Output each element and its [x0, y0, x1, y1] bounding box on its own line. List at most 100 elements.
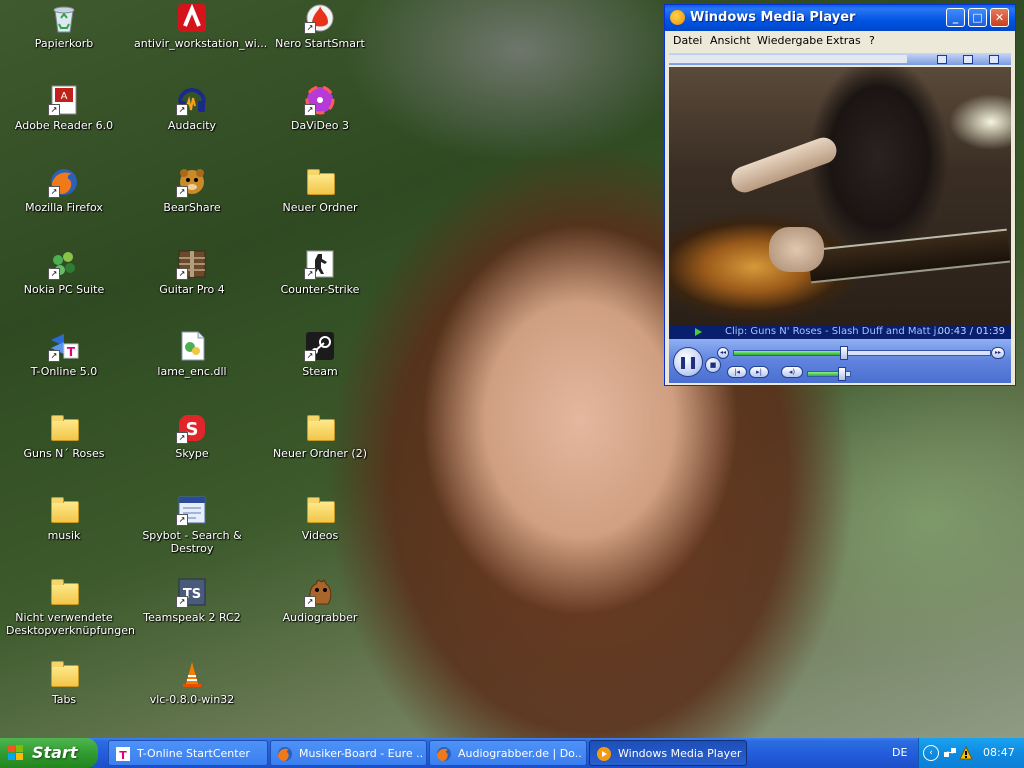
task-label: Musiker-Board - Eure ...	[299, 747, 422, 760]
task-t-online-startcenter[interactable]: T T-Online StartCenter	[108, 740, 268, 766]
playback-controls: ◂◂ ▸▸ ❚❚ ■ |◂ ▸| ◂)	[669, 339, 1011, 383]
bearshare-icon: ↗	[176, 166, 208, 198]
desktop-icon-neuer-ordner[interactable]: Neuer Ordner	[260, 166, 380, 214]
desktop-icon-tabs-folder[interactable]: Tabs	[4, 658, 124, 706]
wmp-logo-icon	[596, 746, 612, 762]
t-online-icon: T	[115, 746, 131, 762]
folder-icon	[304, 494, 336, 526]
seek-back-icon[interactable]: ◂◂	[717, 347, 729, 359]
desktop-icon-davideo[interactable]: ↗ DaViDeo 3	[260, 84, 380, 132]
fullscreen-icon[interactable]	[989, 55, 999, 64]
taskbar: Start T T-Online StartCenter Musiker-Boa…	[0, 738, 1024, 768]
language-indicator[interactable]: DE	[892, 746, 907, 759]
desktop-icon-nokia-pc-suite[interactable]: ↗ Nokia PC Suite	[4, 248, 124, 296]
desktop-icon-label: Nicht verwendete Desktopverknüpfungen	[6, 611, 135, 637]
desktop-icon-label: vlc-0.8.0-win32	[149, 693, 235, 706]
video-frame-guitar-neck	[807, 228, 1011, 284]
desktop-icon-label: Skype	[175, 447, 209, 460]
stop-button[interactable]: ■	[705, 357, 721, 373]
desktop-icon-skype[interactable]: S ↗ Skype	[132, 412, 252, 460]
desktop-icon-label: Audacity	[167, 119, 217, 132]
menu-wiedergabe[interactable]: Wiedergabe	[757, 34, 823, 47]
seek-fill	[734, 351, 843, 355]
shortcut-arrow-icon: ↗	[304, 22, 316, 34]
desktop-icon-audacity[interactable]: ↗ Audacity	[132, 84, 252, 132]
desktop-icon-label: Nokia PC Suite	[23, 283, 105, 296]
windows-logo-icon	[8, 745, 24, 761]
shortcut-arrow-icon: ↗	[304, 268, 316, 280]
desktop-icon-teamspeak[interactable]: TS ↗ Teamspeak 2 RC2	[132, 576, 252, 624]
desktop-icon-steam[interactable]: ↗ Steam	[260, 330, 380, 378]
desktop-icon-guitar-pro[interactable]: ↗ Guitar Pro 4	[132, 248, 252, 296]
desktop-icon-counter-strike[interactable]: ↗ Counter-Strike	[260, 248, 380, 296]
desktop-icon-bearshare[interactable]: ↗ BearShare	[132, 166, 252, 214]
desktop-icon-musik-folder[interactable]: musik	[4, 494, 124, 542]
desktop-icon-neuer-ordner-2[interactable]: Neuer Ordner (2)	[260, 412, 380, 460]
volume-thumb[interactable]	[838, 367, 846, 381]
desktop-icon-label: lame_enc.dll	[157, 365, 227, 378]
pause-button[interactable]: ❚❚	[673, 347, 703, 377]
desktop-icon-firefox[interactable]: ↗ Mozilla Firefox	[4, 166, 124, 214]
close-button[interactable]: ✕	[990, 8, 1009, 27]
counter-strike-icon: ↗	[304, 248, 336, 280]
maximize-button[interactable]: □	[968, 8, 987, 27]
start-label: Start	[32, 743, 78, 762]
menu-help[interactable]: ?	[869, 34, 875, 47]
desktop-icon-label: DaViDeo 3	[290, 119, 349, 132]
desktop-icon-adobe-reader[interactable]: A ↗ Adobe Reader 6.0	[4, 84, 124, 132]
menu-datei[interactable]: Datei	[673, 34, 702, 47]
top-strip	[669, 53, 1011, 65]
mute-button[interactable]: ◂)	[781, 366, 803, 378]
previous-button[interactable]: |◂	[727, 366, 747, 378]
desktop-icon-lame-enc[interactable]: lame_enc.dll	[132, 330, 252, 378]
desktop-icon-nero[interactable]: ↗ Nero StartSmart	[260, 2, 380, 50]
task-musiker-board[interactable]: Musiker-Board - Eure ...	[270, 740, 427, 766]
desktop-icon-antivir[interactable]: antivir_workstation_wi...	[132, 2, 267, 50]
shortcut-arrow-icon: ↗	[176, 514, 188, 526]
desktop-icon-audiograbber[interactable]: ↗ Audiograbber	[260, 576, 380, 624]
desktop-icon-label: Steam	[302, 365, 338, 378]
seek-thumb[interactable]	[840, 346, 848, 360]
nero-icon: ↗	[304, 2, 336, 34]
network-icon[interactable]	[943, 746, 957, 763]
minimize-button[interactable]: _	[946, 8, 965, 27]
shortcut-arrow-icon: ↗	[48, 186, 60, 198]
desktop-icon-unused-shortcuts-folder[interactable]: Nicht verwendete Desktopverknüpfungen	[4, 576, 135, 637]
show-hidden-icons-button[interactable]: ‹	[923, 745, 939, 761]
desktop-icon-label: musik	[47, 529, 81, 542]
desktop-icon-papierkorb[interactable]: Papierkorb	[4, 2, 124, 50]
task-windows-media-player[interactable]: Windows Media Player	[589, 740, 747, 766]
desktop-icon-spybot[interactable]: ↗ Spybot - Search & Destroy	[132, 494, 252, 555]
menu-ansicht[interactable]: Ansicht	[710, 34, 751, 47]
start-button[interactable]: Start	[0, 738, 98, 768]
wmp-window: Windows Media Player _ □ ✕ Datei Ansicht…	[664, 4, 1016, 386]
desktop-icon-t-online[interactable]: T ↗ T-Online 5.0	[4, 330, 124, 378]
desktop-icon-label: Mozilla Firefox	[25, 201, 103, 214]
spybot-icon: ↗	[176, 494, 208, 526]
wmp-title-bar[interactable]: Windows Media Player _ □ ✕	[665, 5, 1015, 31]
shortcut-arrow-icon: ↗	[304, 596, 316, 608]
skin-mode-icon[interactable]	[937, 55, 947, 64]
desktop-icon-label: Counter-Strike	[280, 283, 360, 296]
desktop-icon-guns-n-roses-folder[interactable]: Guns N´ Roses	[4, 412, 124, 460]
shortcut-arrow-icon: ↗	[48, 268, 60, 280]
desktop-icon-label: Audiograbber	[282, 611, 358, 624]
task-audiograbber-de[interactable]: Audiograbber.de | Do...	[429, 740, 587, 766]
clock[interactable]: 08:47	[983, 746, 1015, 759]
antivir-icon	[176, 2, 208, 34]
next-button[interactable]: ▸|	[749, 366, 769, 378]
menu-extras[interactable]: Extras	[826, 34, 861, 47]
desktop-icon-vlc[interactable]: vlc-0.8.0-win32	[132, 658, 252, 706]
video-area[interactable]	[669, 67, 1011, 325]
seek-forward-icon[interactable]: ▸▸	[991, 347, 1005, 359]
desktop-icon-videos-folder[interactable]: Videos	[260, 494, 380, 542]
teamspeak-icon: TS ↗	[176, 576, 208, 608]
video-frame-arm	[727, 133, 841, 197]
security-warning-icon[interactable]	[959, 745, 973, 763]
audacity-icon: ↗	[176, 84, 208, 116]
vlc-icon	[176, 658, 208, 690]
folder-icon	[48, 412, 80, 444]
compact-mode-icon[interactable]	[963, 55, 973, 64]
clip-title: Clip: Guns N' Roses - Slash Duff and Mat…	[725, 326, 940, 337]
time-display: 00:43 / 01:39	[937, 326, 1005, 337]
